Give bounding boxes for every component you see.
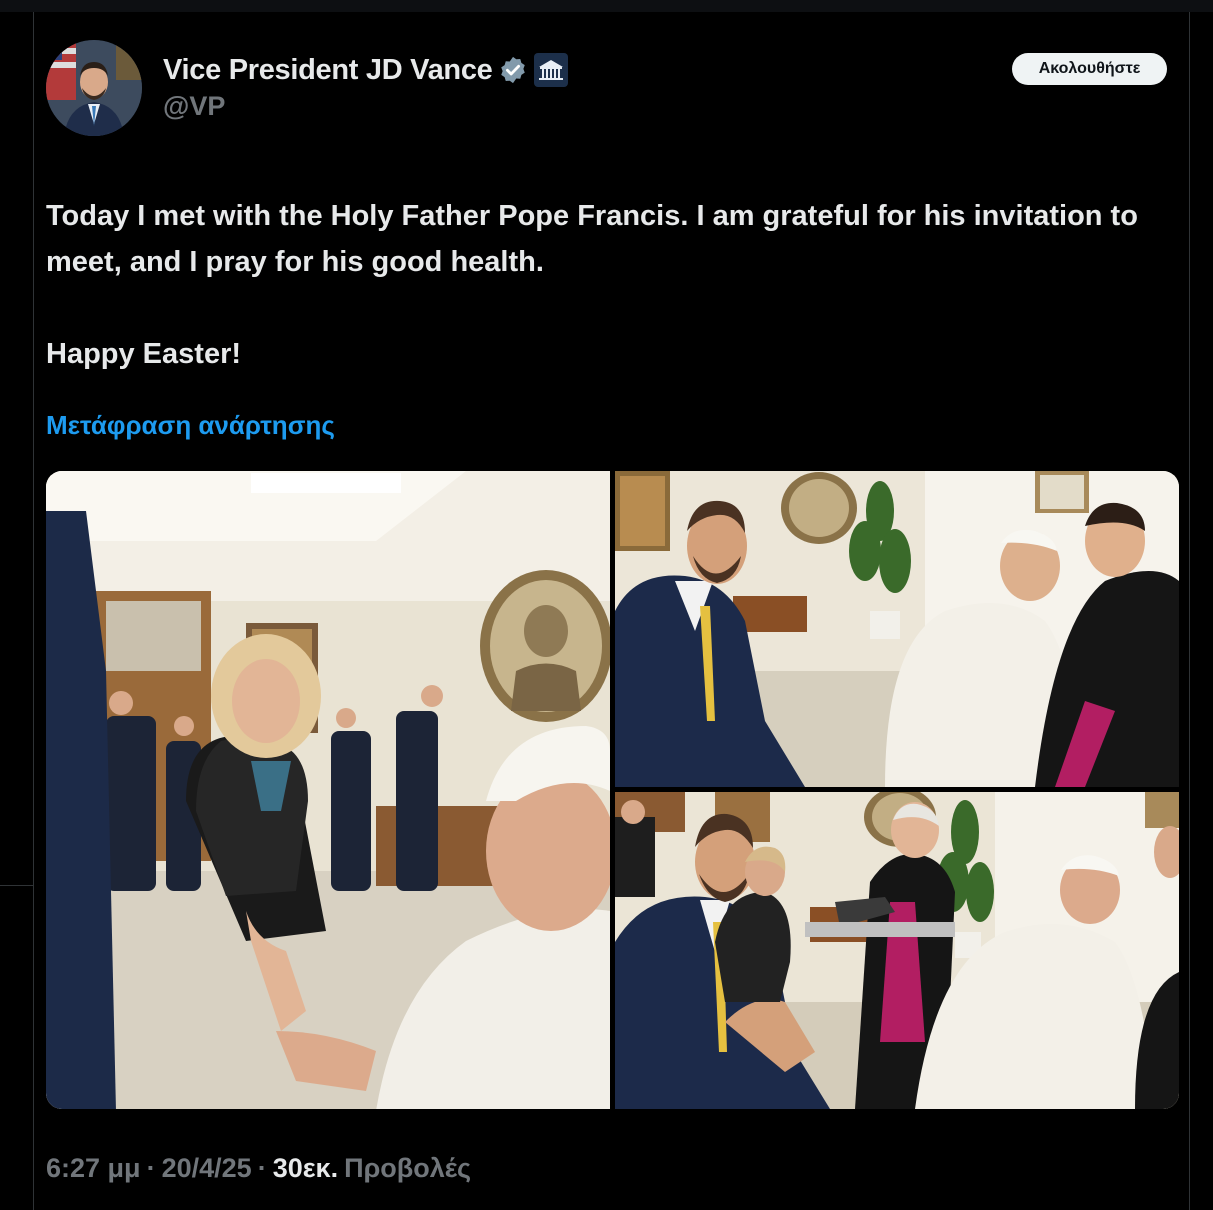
meta-separator: · bbox=[146, 1153, 156, 1183]
tweet-text-paragraph-1: Today I met with the Holy Father Pope Fr… bbox=[46, 200, 1138, 278]
meta-separator: · bbox=[257, 1153, 267, 1183]
author-avatar[interactable] bbox=[46, 40, 142, 136]
views-count: 30εκ. bbox=[272, 1153, 339, 1183]
follow-button[interactable]: Ακολουθήστε bbox=[1012, 53, 1167, 85]
verified-badge-icon[interactable] bbox=[498, 55, 528, 85]
author-name-row: Vice President JD Vance bbox=[163, 52, 569, 88]
translate-post-link[interactable]: Μετάφραση ανάρτησης bbox=[46, 410, 335, 441]
white-house-icon[interactable] bbox=[534, 53, 569, 87]
tweet-date[interactable]: 20/4/25 bbox=[162, 1153, 252, 1184]
photo-gift-presentation[interactable] bbox=[615, 792, 1179, 1109]
tweet-text-paragraph-2: Happy Easter! bbox=[46, 338, 242, 370]
author-display-name[interactable]: Vice President JD Vance bbox=[163, 54, 493, 87]
side-divider bbox=[0, 885, 33, 886]
photo-woman-greeting-pope[interactable] bbox=[46, 471, 610, 1109]
frame-divider-left bbox=[33, 12, 34, 1210]
tweet-time[interactable]: 6:27 μμ bbox=[46, 1153, 141, 1184]
author-handle[interactable]: @VP bbox=[163, 91, 225, 122]
views-label: Προβολές bbox=[344, 1153, 471, 1183]
tweet-body: Today I met with the Holy Father Pope Fr… bbox=[46, 193, 1166, 377]
frame-divider-right bbox=[1189, 12, 1190, 1210]
top-strip bbox=[0, 0, 1213, 12]
tweet-meta: 6:27 μμ · 20/4/25 · 30εκ. Προβολές bbox=[46, 1153, 471, 1184]
media-grid bbox=[46, 471, 1179, 1109]
photo-vance-with-pope[interactable] bbox=[615, 471, 1179, 787]
